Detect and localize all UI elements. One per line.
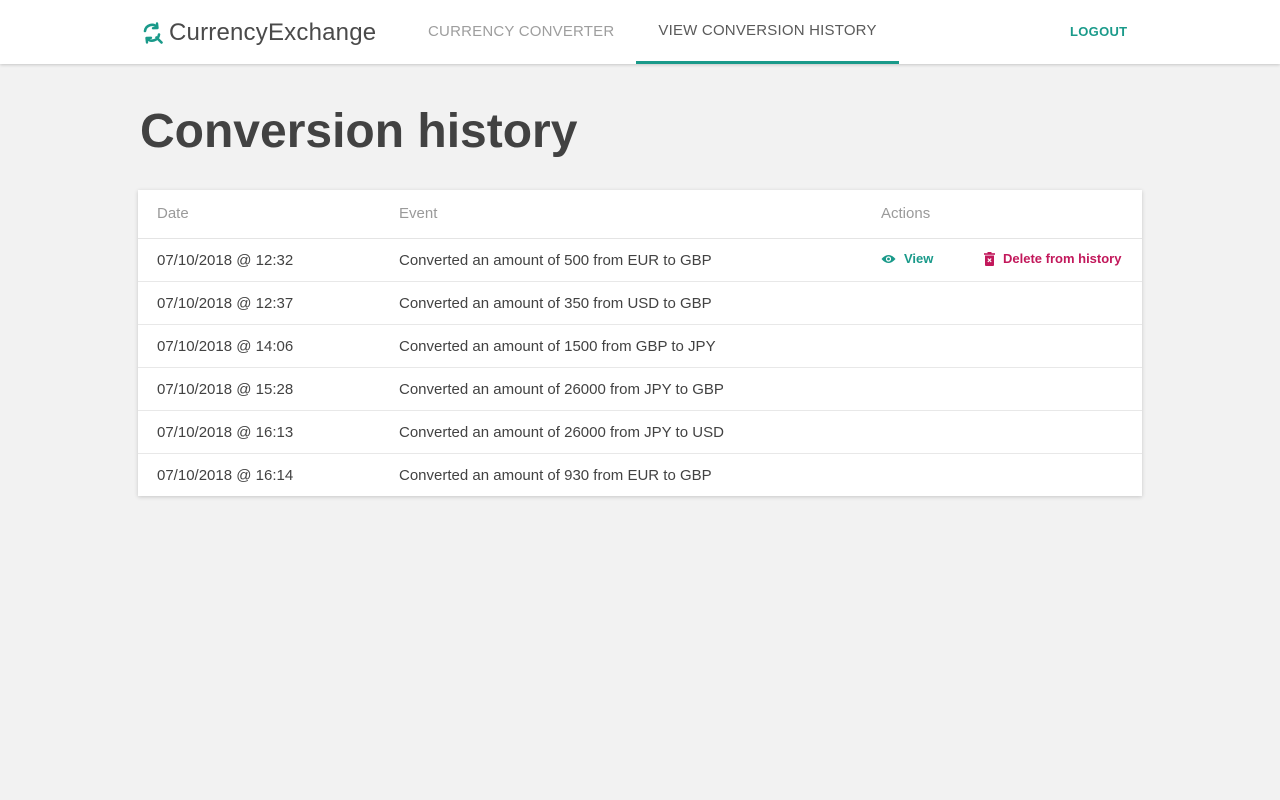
- eye-icon: [881, 254, 896, 263]
- table-row[interactable]: 07/10/2018 @ 12:32 Converted an amount o…: [138, 239, 1142, 282]
- table-row[interactable]: 07/10/2018 @ 16:14 Converted an amount o…: [138, 454, 1142, 496]
- brand-name-part1: Currency: [169, 19, 268, 46]
- table-row[interactable]: 07/10/2018 @ 15:28 Converted an amount o…: [138, 368, 1142, 411]
- header-event: Event: [399, 205, 438, 222]
- row-event: Converted an amount of 930 from EUR to G…: [399, 467, 712, 484]
- page-title: Conversion history: [140, 105, 578, 158]
- row-date: 07/10/2018 @ 16:14: [157, 467, 294, 484]
- view-label: View: [904, 251, 934, 266]
- row-date: 07/10/2018 @ 12:32: [157, 252, 294, 269]
- refresh-search-icon: [141, 22, 163, 44]
- row-date: 07/10/2018 @ 16:13: [157, 424, 294, 441]
- tab-view-conversion-history[interactable]: VIEW CONVERSION HISTORY: [636, 0, 899, 64]
- history-table: Date Event Actions 07/10/2018 @ 12:32 Co…: [138, 190, 1142, 496]
- table-header-row: Date Event Actions: [138, 190, 1142, 239]
- row-event: Converted an amount of 1500 from GBP to …: [399, 338, 716, 355]
- trash-icon: [984, 251, 995, 266]
- delete-label: Delete from history: [1003, 251, 1122, 266]
- brand-name-part2: Exchange: [267, 19, 377, 46]
- table-row[interactable]: 07/10/2018 @ 12:37 Converted an amount o…: [138, 282, 1142, 325]
- row-event: Converted an amount of 350 from USD to G…: [399, 295, 712, 312]
- view-button[interactable]: View: [881, 251, 933, 266]
- tab-currency-converter[interactable]: CURRENCY CONVERTER: [406, 0, 636, 64]
- table-row[interactable]: 07/10/2018 @ 14:06 Converted an amount o…: [138, 325, 1142, 368]
- row-event: Converted an amount of 500 from EUR to G…: [399, 252, 712, 269]
- header-date: Date: [157, 205, 189, 222]
- logout-button[interactable]: LOGOUT: [1070, 24, 1127, 39]
- row-event: Converted an amount of 26000 from JPY to…: [399, 381, 724, 398]
- main-nav: CURRENCY CONVERTER VIEW CONVERSION HISTO…: [406, 0, 899, 64]
- row-date: 07/10/2018 @ 14:06: [157, 338, 294, 355]
- brand-logo[interactable]: CurrencyExchange: [141, 18, 376, 48]
- row-event: Converted an amount of 26000 from JPY to…: [399, 424, 724, 441]
- delete-from-history-button[interactable]: Delete from history: [984, 251, 1121, 266]
- table-row[interactable]: 07/10/2018 @ 16:13 Converted an amount o…: [138, 411, 1142, 454]
- top-app-bar: CurrencyExchange CURRENCY CONVERTER VIEW…: [0, 0, 1280, 64]
- brand-name: CurrencyExchange: [169, 18, 376, 48]
- row-date: 07/10/2018 @ 12:37: [157, 295, 294, 312]
- row-date: 07/10/2018 @ 15:28: [157, 381, 294, 398]
- header-actions: Actions: [881, 205, 931, 222]
